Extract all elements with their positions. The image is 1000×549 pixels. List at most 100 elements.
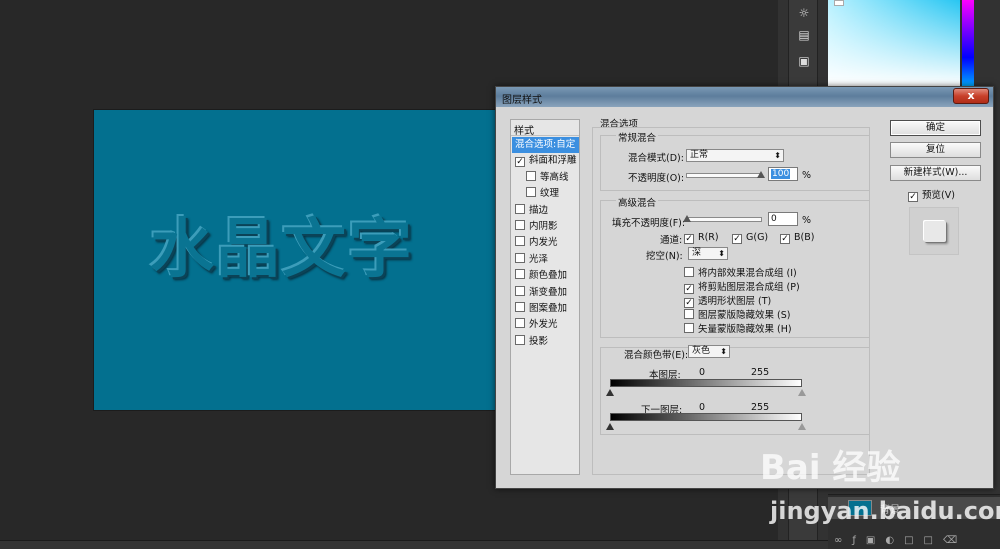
ok-button[interactable]: 确定 (890, 120, 981, 136)
fx-icon[interactable]: ƒ (852, 535, 866, 546)
new-style-button[interactable]: 新建样式(W)... (890, 165, 981, 181)
style-checkbox[interactable] (515, 269, 525, 280)
this-layer-min: 0 (699, 367, 706, 378)
advanced-blending-title: 高级混合 (616, 195, 659, 209)
link-icon[interactable]: ∞ (834, 535, 852, 546)
style-checkbox[interactable] (515, 334, 525, 345)
this-layer-max: 255 (751, 367, 770, 378)
knockout-select[interactable]: 深 (688, 247, 728, 260)
advanced-option-label: 将剪贴图层混合成组 (P) (698, 282, 800, 293)
blend-mode-select[interactable]: 正常 (686, 149, 784, 162)
style-item[interactable]: 颜色叠加 (512, 268, 579, 284)
opacity-value: 100 (771, 169, 791, 179)
style-item[interactable]: 混合选项:自定 (512, 137, 579, 153)
style-item[interactable]: 内阴影 (512, 219, 579, 235)
advanced-option[interactable]: 将内部效果混合成组 (I) (684, 265, 797, 279)
opacity-input[interactable]: 100 (768, 167, 798, 181)
opacity-slider-thumb[interactable] (757, 171, 765, 178)
advanced-option[interactable]: 将剪贴图层混合成组 (P) (684, 279, 800, 294)
this-layer-black-slider[interactable] (606, 389, 614, 396)
style-item-label: 混合选项:自定 (515, 139, 576, 150)
style-item-label: 描边 (529, 204, 549, 216)
dialog-titlebar[interactable]: 图层样式 x (496, 87, 993, 107)
style-item[interactable]: 投影 (512, 334, 579, 350)
blend-if-label: 混合颜色带(E): (624, 350, 689, 361)
underlying-gradient[interactable] (610, 413, 802, 421)
fill-opacity-label: 填充不透明度(F): (612, 218, 686, 229)
styles-list: 样式 混合选项:自定斜面和浮雕等高线纹理描边内阴影内发光光泽颜色叠加渐变叠加图案… (510, 119, 580, 475)
opacity-percent: % (802, 170, 812, 181)
style-checkbox[interactable] (515, 157, 525, 168)
advanced-option[interactable]: 矢量蒙版隐藏效果 (H) (684, 321, 792, 335)
underlying-white-slider[interactable] (798, 423, 806, 430)
channel-r[interactable]: R(R) (684, 232, 719, 244)
close-icon: x (967, 89, 975, 102)
style-checkbox[interactable] (515, 220, 525, 230)
channel-g[interactable]: G(G) (732, 232, 768, 244)
channel-g-checkbox[interactable] (732, 234, 742, 244)
channel-b-label: B(B) (794, 232, 815, 243)
new-layer-icon[interactable]: □ (924, 535, 943, 546)
fill-opacity-input[interactable]: 0 (768, 212, 798, 226)
fill-opacity-slider[interactable] (686, 217, 762, 222)
style-item-label: 等高线 (540, 171, 569, 183)
hue-slider[interactable] (962, 0, 974, 86)
style-checkbox[interactable] (515, 318, 525, 329)
advanced-option-checkbox[interactable] (684, 267, 694, 277)
preview-swatch (924, 221, 946, 242)
layer-actions: ∞ƒ▣◐□□⌫ (828, 535, 1000, 546)
folder-icon[interactable]: □ (904, 535, 923, 546)
adjustment-icon[interactable]: ▣ (794, 52, 814, 70)
style-item[interactable]: 渐变叠加 (512, 285, 579, 301)
style-checkbox[interactable] (526, 187, 536, 198)
style-checkbox[interactable] (515, 236, 525, 247)
style-item[interactable]: 图案叠加 (512, 301, 579, 317)
fill-opacity-value: 0 (771, 214, 777, 224)
fill-opacity-slider-thumb[interactable] (683, 215, 691, 222)
trash-icon[interactable]: ⌫ (943, 535, 967, 546)
advanced-option-label: 图层蒙版隐藏效果 (S) (698, 310, 791, 321)
style-checkbox[interactable] (515, 252, 525, 263)
sun-icon[interactable]: ☼ (794, 4, 814, 22)
document-canvas[interactable]: 水晶文字 (94, 110, 498, 410)
advanced-option-label: 矢量蒙版隐藏效果 (H) (698, 324, 792, 335)
baidu-watermark-url: jingyan.baidu.com (770, 497, 1000, 525)
blend-if-select[interactable]: 灰色 (688, 345, 730, 358)
channel-b[interactable]: B(B) (780, 232, 814, 244)
close-button[interactable]: x (953, 88, 989, 104)
style-item[interactable]: 描边 (512, 203, 579, 219)
crystal-text-layer: 水晶文字 (150, 213, 414, 287)
underlying-black-slider[interactable] (606, 423, 614, 430)
channel-b-checkbox[interactable] (780, 234, 790, 244)
style-checkbox[interactable] (515, 302, 525, 312)
preview-checkbox[interactable] (908, 192, 918, 202)
preview-toggle[interactable]: 预览(V) (908, 187, 955, 202)
advanced-option[interactable]: 透明形状图层 (T) (684, 293, 771, 308)
style-checkbox[interactable] (515, 285, 525, 296)
style-item[interactable]: 等高线 (512, 170, 579, 186)
general-blending-title: 常规混合 (616, 130, 659, 144)
advanced-option-checkbox[interactable] (684, 323, 694, 333)
mask-icon[interactable]: ▣ (866, 535, 885, 546)
style-item-label: 外发光 (529, 319, 558, 331)
adjust-icon[interactable]: ◐ (885, 535, 904, 546)
color-picker-field[interactable] (828, 0, 960, 86)
style-item[interactable]: 纹理 (512, 186, 579, 202)
style-item[interactable]: 光泽 (512, 252, 579, 268)
channel-r-label: R(R) (698, 232, 719, 243)
style-item[interactable]: 斜面和浮雕 (512, 153, 579, 169)
this-layer-white-slider[interactable] (798, 389, 806, 396)
advanced-option[interactable]: 图层蒙版隐藏效果 (S) (684, 307, 790, 321)
style-item-label: 内发光 (529, 237, 558, 249)
advanced-option-checkbox[interactable] (684, 309, 694, 319)
style-checkbox[interactable] (515, 203, 525, 214)
style-item-label: 纹理 (540, 188, 560, 200)
levels-icon[interactable]: ▤ (794, 26, 814, 44)
style-item[interactable]: 内发光 (512, 235, 579, 251)
style-item[interactable]: 外发光 (512, 317, 579, 333)
channel-r-checkbox[interactable] (684, 234, 694, 244)
reset-button[interactable]: 复位 (890, 142, 981, 158)
this-layer-gradient[interactable] (610, 379, 802, 387)
style-checkbox[interactable] (526, 170, 536, 181)
opacity-slider[interactable] (686, 173, 762, 178)
